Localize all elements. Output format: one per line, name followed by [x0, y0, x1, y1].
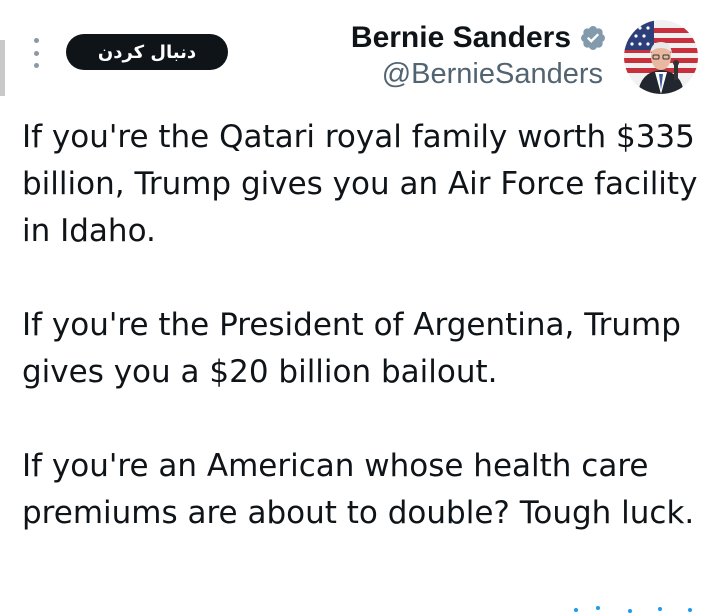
more-dot [33, 50, 39, 56]
more-options-icon[interactable] [28, 38, 44, 68]
left-edge-divider [0, 40, 5, 96]
cropped-bottom-text [570, 604, 700, 615]
tweet-text: If you're the Qatari royal family worth … [22, 114, 712, 537]
avatar-image [624, 20, 698, 94]
avatar[interactable] [624, 20, 698, 94]
verified-badge-icon [581, 26, 605, 50]
author-name-row: Bernie Sanders [351, 18, 607, 58]
more-dot [33, 38, 39, 43]
more-dot [33, 63, 39, 68]
tweet-paragraph: If you're the President of Argentina, Tr… [22, 307, 681, 390]
author-handle[interactable]: @BernieSanders [382, 58, 603, 91]
tweet-paragraph: If you're an American whose health care … [22, 448, 695, 531]
author-name[interactable]: Bernie Sanders [351, 21, 571, 55]
follow-button[interactable]: دنبال کردن [66, 34, 228, 70]
tweet-paragraph: If you're the Qatari royal family worth … [22, 119, 698, 249]
